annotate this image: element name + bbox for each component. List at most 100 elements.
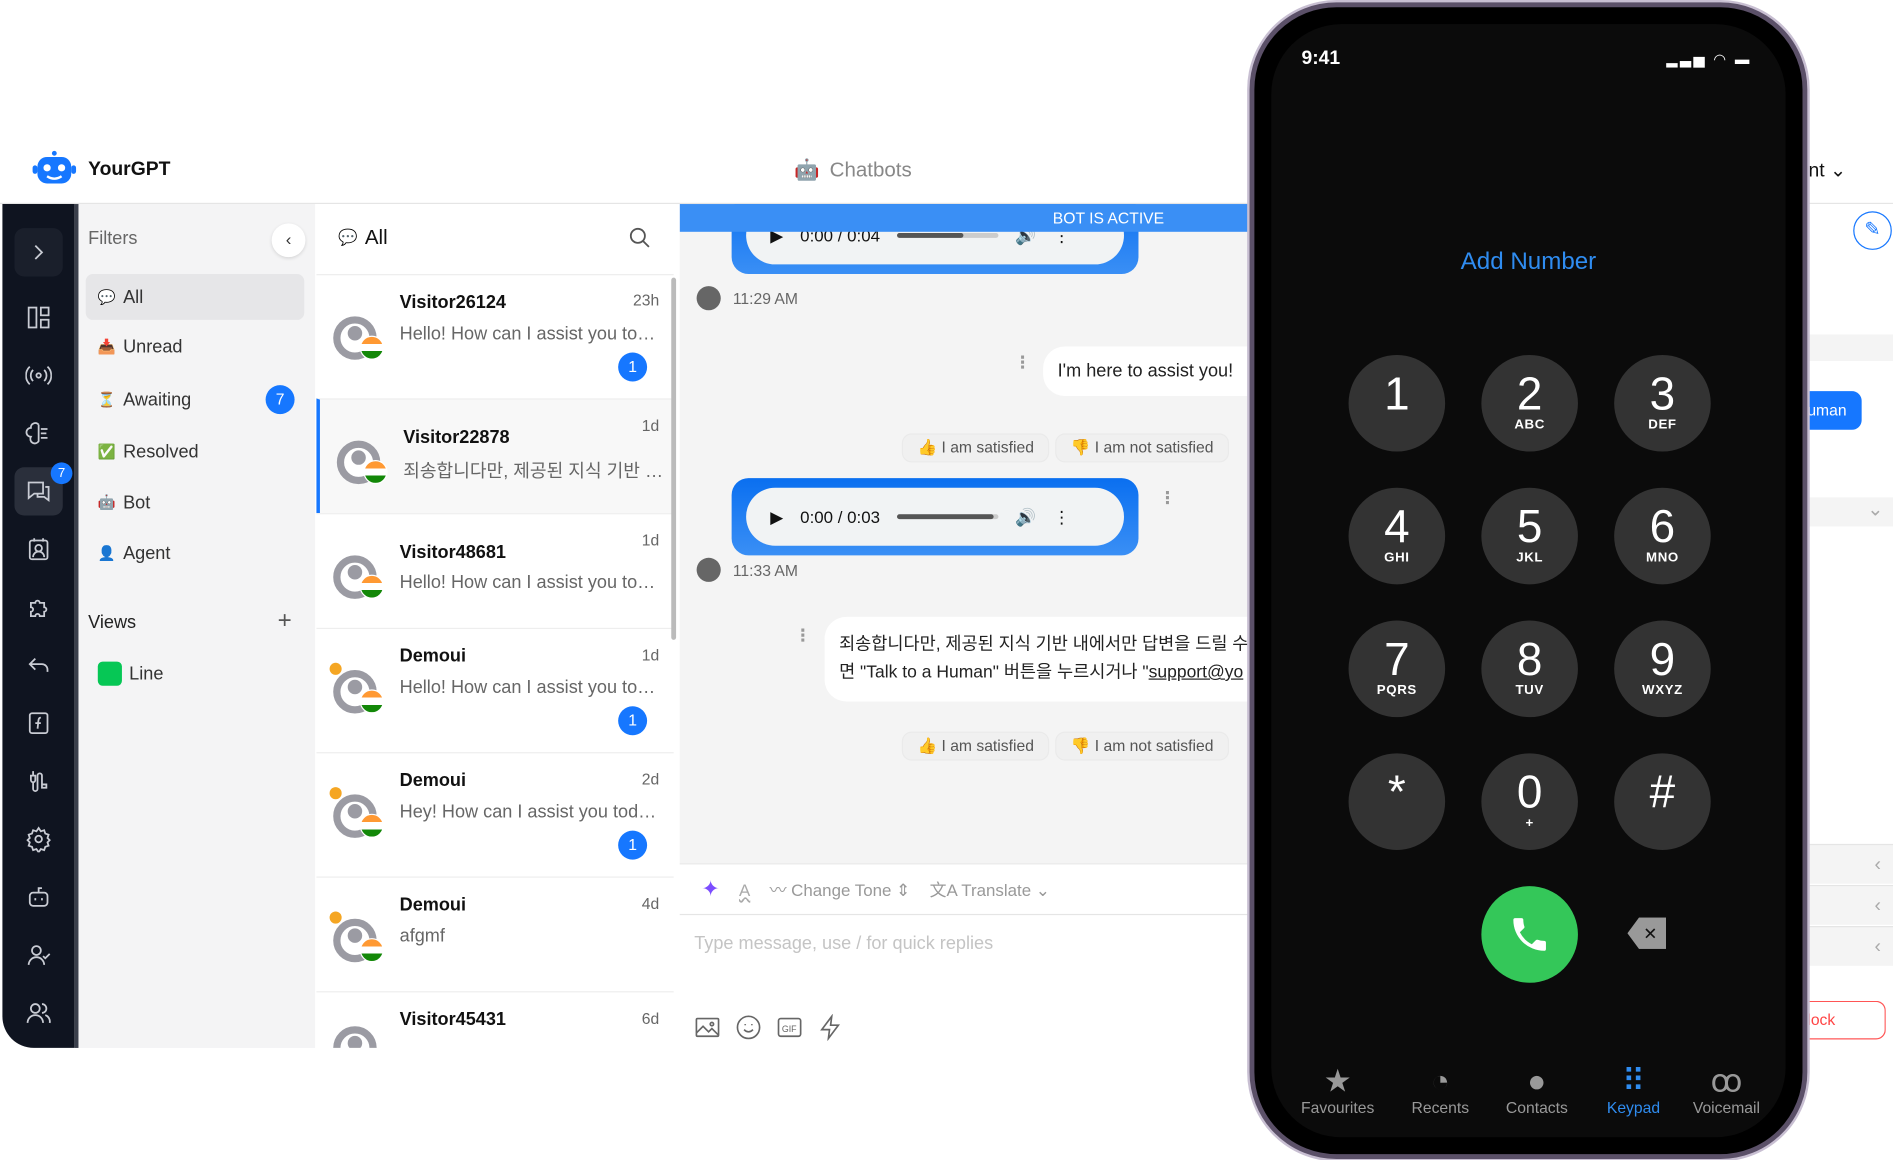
keypad-key[interactable]: 5 JKL <box>1481 487 1578 585</box>
section-collapse-icon[interactable]: ‹ <box>1807 925 1893 966</box>
view-line[interactable]: Line <box>86 651 305 697</box>
search-icon[interactable] <box>628 226 652 250</box>
key-digit: 9 <box>1649 635 1676 686</box>
chatbots-selector[interactable]: 🤖 Chatbots <box>794 158 911 182</box>
not-satisfied-button[interactable]: 👎 I am not satisfied <box>1055 433 1230 463</box>
tab-recents[interactable]: ◔ Recents <box>1386 1062 1495 1117</box>
keypad-key[interactable]: 7 PQRS <box>1348 620 1446 718</box>
section-chevron-icon[interactable]: ⌄ <box>1807 497 1893 527</box>
filter-bot[interactable]: 🤖 Bot <box>86 479 305 525</box>
list-scrollbar[interactable] <box>671 277 677 640</box>
phone-clock: 9:41 <box>1301 48 1341 69</box>
contacts-nav[interactable] <box>14 525 62 573</box>
keypad-key[interactable]: 1 <box>1348 354 1446 452</box>
lightning-icon[interactable] <box>817 1014 844 1041</box>
audio-message[interactable]: ▶ 0:00 / 0:03 🔊 ⋮ <box>731 478 1139 556</box>
key-digit: 1 <box>1384 369 1410 421</box>
composer-actions: GIF <box>694 1014 844 1041</box>
message-input[interactable]: Type message, use / for quick replies <box>694 933 993 954</box>
team-nav[interactable] <box>14 989 62 1037</box>
call-button[interactable] <box>1481 886 1578 983</box>
plug-icon <box>30 771 48 792</box>
tab-voicemail[interactable]: ꝏ Voicemail <box>1672 1061 1781 1117</box>
keypad-key[interactable]: 2 ABC <box>1481 354 1578 452</box>
edit-button[interactable]: ✎ <box>1853 211 1892 250</box>
text-format-icon[interactable]: A <box>739 880 750 899</box>
brain-nav[interactable] <box>14 409 62 457</box>
filter-all[interactable]: 💬 All <box>85 274 305 320</box>
tab-contacts[interactable]: ● Contacts <box>1483 1062 1592 1117</box>
message-menu-icon[interactable]: ⋮ <box>1159 488 1176 509</box>
block-button[interactable]: lock <box>1807 1000 1886 1040</box>
message-meta: 11:33 AM <box>696 557 798 582</box>
audio-progress[interactable] <box>896 514 999 520</box>
volume-icon[interactable]: 🔊 <box>1015 506 1036 527</box>
conversation-item[interactable]: Visitor22878 죄송합니다만, 제공된 지식 기반 내에서만 1d <box>316 398 674 514</box>
plugins-nav[interactable] <box>14 757 62 805</box>
more-icon[interactable]: ⋮ <box>1053 506 1070 527</box>
backspace-button[interactable]: ✕ <box>1627 917 1667 949</box>
functions-nav[interactable] <box>14 699 62 747</box>
agents-nav[interactable] <box>14 931 62 979</box>
section-collapse-icon[interactable]: ‹ <box>1807 884 1893 925</box>
keypad-key[interactable]: 0 + <box>1481 753 1578 850</box>
tab-favourites[interactable]: ★ Favourites <box>1283 1062 1392 1117</box>
tab-label: Favourites <box>1301 1098 1375 1117</box>
change-tone-button[interactable]: 〰 Change Tone ⇕ <box>770 877 911 901</box>
audio-progress[interactable] <box>896 233 999 238</box>
conversation-item[interactable]: Visitor26124 Hello! How can I assist you… <box>316 274 674 399</box>
keypad-key[interactable]: * <box>1348 753 1446 850</box>
filter-agent[interactable]: 👤 Agent <box>86 530 305 576</box>
settings-nav[interactable] <box>14 815 62 863</box>
contact-card-icon <box>28 538 49 561</box>
gif-icon[interactable]: GIF <box>776 1014 803 1041</box>
integrations-nav[interactable] <box>14 583 62 631</box>
conversation-item[interactable]: Demoui afgmf 4d <box>316 876 674 992</box>
image-icon[interactable] <box>694 1014 721 1041</box>
dashboard-nav[interactable] <box>14 293 62 341</box>
key-letters: GHI <box>1384 550 1410 566</box>
keypad-key[interactable]: 8 TUV <box>1481 620 1578 718</box>
chat-thread: ▶ 0:00 / 0:04 🔊 ⋮ BOT IS ACTIVE 11:29 AM ⋮ … <box>679 204 1250 864</box>
keypad-key[interactable]: 6 MNO <box>1614 487 1711 585</box>
play-icon[interactable]: ▶ <box>770 506 783 527</box>
keypad-key[interactable]: 4 GHI <box>1348 487 1446 585</box>
conversation-preview: 죄송합니다만, 제공된 지식 기반 내에서만 <box>403 461 664 482</box>
collapse-filters-button[interactable]: ‹ <box>271 223 306 258</box>
filter-resolved[interactable]: ✅ Resolved <box>86 429 305 475</box>
inbox-nav[interactable]: 7 <box>14 462 73 516</box>
hourglass-icon: ⏳ <box>97 391 116 409</box>
keypad-key[interactable]: # <box>1614 753 1711 850</box>
message-menu-icon[interactable]: ⋮ <box>1014 353 1031 374</box>
yourgpt-logo <box>32 150 77 184</box>
conversation-item[interactable]: Demoui Hey! How can I assist you today? … <box>316 752 674 877</box>
filter-unread[interactable]: 📥 Unread <box>86 324 305 370</box>
expand-button[interactable] <box>14 228 63 277</box>
broadcast-nav[interactable] <box>14 351 62 399</box>
support-email-link[interactable]: support@yo <box>1149 663 1244 682</box>
emoji-icon[interactable] <box>735 1014 762 1041</box>
bots-nav[interactable] <box>14 873 62 921</box>
back-nav[interactable] <box>14 641 62 689</box>
keypad-key[interactable]: 9 WXYZ <box>1614 620 1711 718</box>
views-title: Views <box>88 612 137 633</box>
ai-sparkle-icon[interactable]: ✦ <box>701 876 719 901</box>
satisfied-button[interactable]: 👍 I am satisfied <box>901 731 1050 761</box>
account-menu[interactable]: nt ⌄ <box>1809 158 1847 182</box>
message-menu-icon[interactable]: ⋮ <box>794 625 811 646</box>
not-satisfied-button[interactable]: 👎 I am not satisfied <box>1055 731 1230 761</box>
translate-button[interactable]: 文A Translate ⌄ <box>930 877 1050 901</box>
filters-panel: Filters ‹ 💬 All 📥 Unread ⏳ Awaiting 7 ✅ Resol… <box>74 204 316 1048</box>
filter-awaiting[interactable]: ⏳ Awaiting 7 <box>86 377 305 423</box>
conversation-item[interactable]: Visitor45431 6d <box>316 991 674 1048</box>
conversation-item[interactable]: Visitor48681 Hello! How can I assist you… <box>316 513 674 628</box>
satisfied-button[interactable]: 👍 I am satisfied <box>901 433 1050 463</box>
talk-to-human-button[interactable]: uman <box>1807 391 1862 430</box>
add-view-button[interactable]: + <box>278 607 292 635</box>
section-collapse-icon[interactable]: ‹ <box>1807 843 1893 884</box>
voicemail-icon: ꝏ <box>1710 1061 1743 1099</box>
conversation-item[interactable]: Demoui Hello! How can I assist you today… <box>316 627 674 753</box>
keypad-key[interactable]: 3 DEF <box>1614 354 1711 452</box>
function-icon <box>28 712 49 735</box>
add-number-link[interactable]: Add Number <box>1271 249 1785 277</box>
